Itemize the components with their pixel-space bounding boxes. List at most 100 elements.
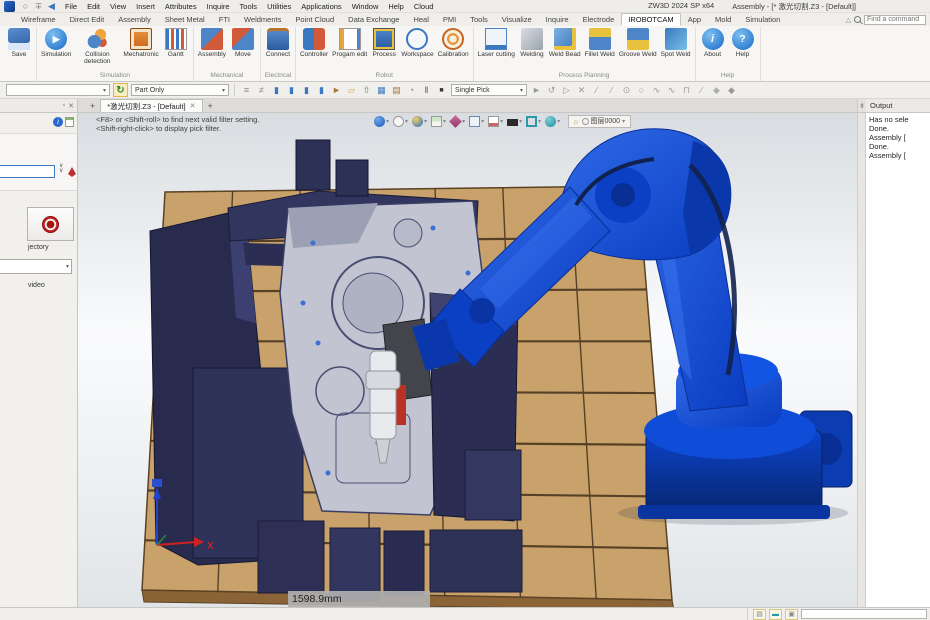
ribbon-tab[interactable]: App (681, 13, 708, 26)
ribbon-tab[interactable]: Visualize (495, 13, 539, 26)
layer-indicator[interactable]: 图层0000 ▾ (568, 115, 631, 128)
menu-item[interactable]: Utilities (262, 2, 296, 11)
pick-circle2-icon[interactable] (635, 84, 648, 97)
zoom-window-icon[interactable] (469, 116, 480, 127)
pick-previous-icon[interactable] (530, 84, 543, 97)
pick-line-icon[interactable] (590, 84, 603, 97)
ribbon-button[interactable]: Save (4, 27, 34, 59)
document-icon[interactable] (65, 117, 74, 127)
viewport[interactable]: X <F8> or <Shift-roll> to find next vali… (78, 113, 857, 607)
ribbon-button[interactable]: Mechatronic (121, 27, 160, 59)
ribbon-button[interactable]: Simulation (39, 27, 73, 59)
panel-pin-icon[interactable]: ▫ (63, 102, 65, 109)
pick-mode-select[interactable]: Single Pick▾ (451, 84, 527, 96)
ribbon-button[interactable]: Help (728, 27, 758, 59)
dropdown-caret-icon[interactable]: ▾ (500, 118, 503, 125)
ribbon-tab[interactable]: Simulation (738, 13, 787, 26)
pause-icon[interactable] (420, 84, 433, 97)
ribbon-button[interactable]: Laser cutting (476, 27, 517, 59)
menu-item[interactable]: Applications (296, 2, 346, 11)
ribbon-button[interactable]: Connect (263, 27, 293, 59)
bookmark-icon[interactable] (300, 84, 313, 97)
ribbon-tab[interactable]: Point Cloud (288, 13, 341, 26)
play-small-icon[interactable] (45, 0, 58, 13)
ribbon-tab[interactable]: Assembly (111, 13, 158, 26)
ribbon-tab[interactable]: Tools (463, 13, 495, 26)
ribbon-tab[interactable]: Inquire (539, 13, 576, 26)
ribbon-tab[interactable]: PMI (436, 13, 463, 26)
background-icon[interactable] (431, 116, 442, 127)
pin-small-icon[interactable] (32, 0, 45, 13)
ribbon-button[interactable]: Collision detection (73, 27, 121, 67)
dropdown-caret-icon[interactable]: ▾ (557, 118, 560, 125)
ribbon-tab[interactable]: Direct Edit (63, 13, 112, 26)
record-button[interactable] (27, 207, 74, 241)
view-config-icon[interactable] (240, 84, 253, 97)
app-logo-icon[interactable] (4, 1, 15, 12)
panel-close-icon[interactable]: ✕ (68, 102, 74, 110)
ribbon-tab[interactable]: Wireframe (14, 13, 63, 26)
ribbon-button[interactable]: About (698, 27, 728, 59)
pick-circle-icon[interactable] (620, 84, 633, 97)
dropdown-caret-icon[interactable]: ▾ (481, 118, 484, 125)
export-icon[interactable] (360, 84, 373, 97)
dropdown-caret-icon[interactable]: ▾ (424, 118, 427, 125)
pick-face-icon[interactable] (710, 84, 723, 97)
menu-item[interactable]: File (60, 2, 82, 11)
viewport-3d-scene[interactable]: X (78, 113, 857, 607)
circle-icon[interactable] (19, 0, 32, 13)
regen-button[interactable] (113, 83, 128, 97)
pick-redo-icon[interactable] (545, 84, 558, 97)
pick-play-icon[interactable] (560, 84, 573, 97)
ribbon-button[interactable]: Process (369, 27, 399, 59)
ribbon-tab[interactable]: FTI (212, 13, 237, 26)
menu-item[interactable]: Attributes (160, 2, 202, 11)
bookmark-icon[interactable] (315, 84, 328, 97)
clip-plane-icon[interactable] (488, 116, 499, 127)
ribbon-button[interactable]: Welding (517, 27, 547, 59)
statusbar-field[interactable] (801, 609, 927, 619)
panel-splitter[interactable] (857, 113, 866, 607)
ribbon-button[interactable]: Progam edit (330, 27, 369, 59)
stop-icon[interactable] (435, 84, 448, 97)
section-icon[interactable] (449, 115, 462, 128)
ribbon-button[interactable]: Groove Weld (617, 27, 659, 59)
view-orientation-icon[interactable] (374, 116, 385, 127)
ribbon-tab[interactable]: Heal (406, 13, 435, 26)
panel-entry-field[interactable] (0, 165, 55, 178)
wireframe-box-icon[interactable] (526, 116, 537, 127)
view-standard-icon[interactable] (393, 116, 404, 127)
ribbon-button[interactable]: Move (228, 27, 258, 59)
find-command-input[interactable] (864, 15, 926, 25)
output-pin-icon[interactable]: ⇟ (857, 99, 866, 112)
expand-chevrons-icon[interactable]: ∨∨ (59, 164, 63, 174)
menu-item[interactable]: Edit (82, 2, 105, 11)
ribbon-button[interactable]: Controller (298, 27, 330, 59)
tab-close-icon[interactable]: ✕ (190, 102, 196, 110)
document-tab-active[interactable]: *激光切割.Z3 - [Default] ✕ (100, 99, 202, 112)
ribbon-tab[interactable]: Sheet Metal (158, 13, 212, 26)
display-dark-icon[interactable] (507, 119, 518, 126)
menu-item[interactable]: Cloud (409, 2, 439, 11)
display-filter-select[interactable]: Part Only▾ (131, 84, 229, 96)
ribbon-button[interactable]: Weld Bead (547, 27, 583, 59)
dropdown-caret-icon[interactable]: ▾ (462, 118, 465, 125)
pick-plane-icon[interactable] (680, 84, 693, 97)
render-mode-icon[interactable] (412, 116, 423, 127)
notification-icon[interactable]: △ (846, 16, 851, 24)
dropdown-caret-icon[interactable]: ▾ (519, 118, 522, 125)
dropdown-caret-icon[interactable]: ▾ (386, 118, 389, 125)
floppy-icon[interactable] (753, 609, 766, 620)
bookmark-icon[interactable] (285, 84, 298, 97)
ribbon-button[interactable]: Workspace (399, 27, 435, 59)
pick-line2-icon[interactable] (605, 84, 618, 97)
info-icon[interactable] (53, 117, 63, 127)
shaded-sphere-icon[interactable] (545, 116, 556, 127)
folder-icon[interactable] (345, 84, 358, 97)
ribbon-tab[interactable]: Data Exchange (341, 13, 406, 26)
menu-item[interactable]: View (105, 2, 131, 11)
menu-item[interactable]: Window (347, 2, 384, 11)
pointer-icon[interactable] (330, 84, 343, 97)
bookmark-icon[interactable] (270, 84, 283, 97)
add-tab-icon[interactable]: + (206, 99, 215, 112)
